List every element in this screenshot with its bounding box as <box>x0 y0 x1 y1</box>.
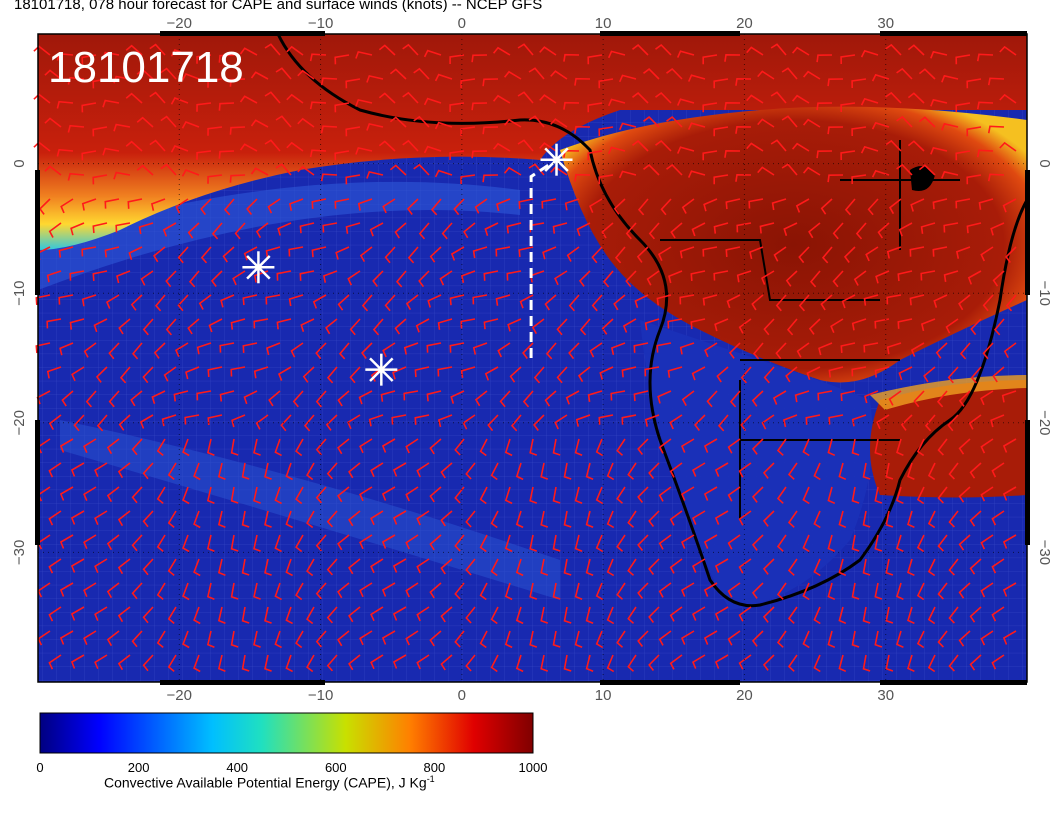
colorbar-tick-label: 0 <box>36 760 44 775</box>
colorbar-gradient <box>39 712 534 754</box>
colorbar-tick-label: 200 <box>127 760 150 775</box>
colorbar-tick-label: 1000 <box>518 760 548 775</box>
colorbar-tick-label: 400 <box>226 760 249 775</box>
colorbar <box>39 712 534 754</box>
colorbar-tick-label: 600 <box>324 760 347 775</box>
colorbar-tick-label: 800 <box>423 760 446 775</box>
colorbar-title: Convective Available Potential Energy (C… <box>104 774 435 791</box>
